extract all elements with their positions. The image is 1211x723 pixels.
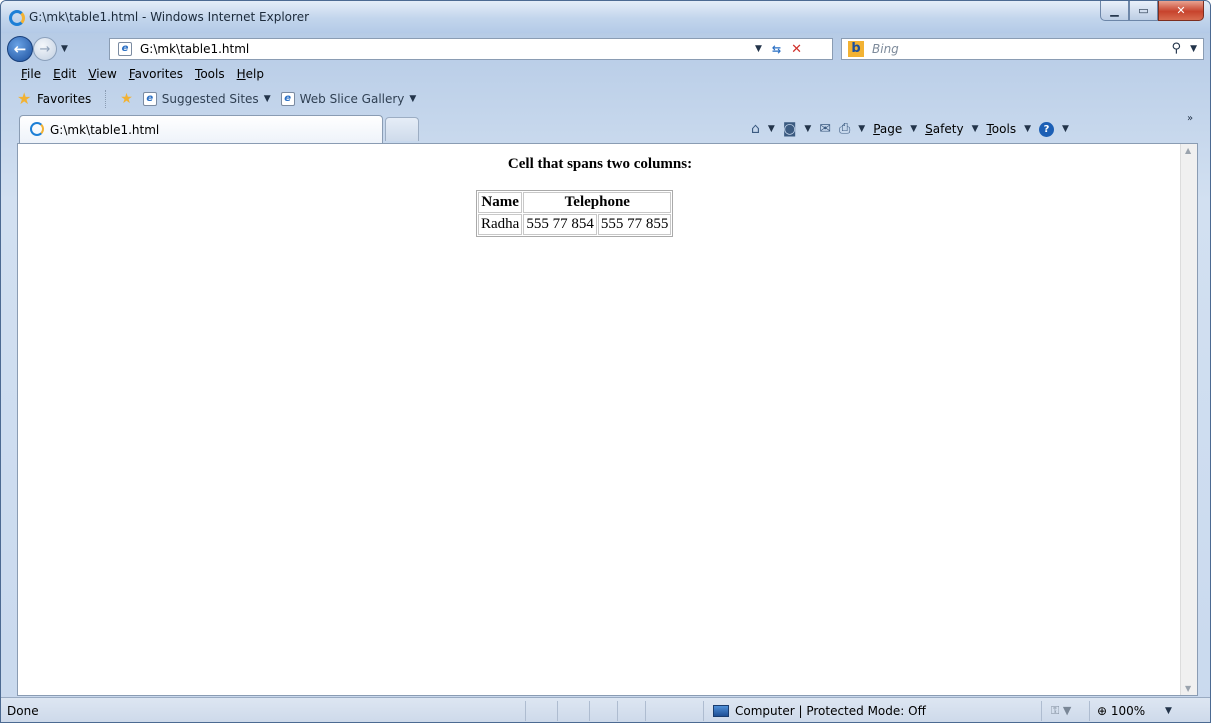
ie-logo-icon xyxy=(30,122,44,136)
status-divider xyxy=(1089,701,1090,721)
search-icon[interactable]: ⚲ xyxy=(1171,41,1181,56)
status-divider xyxy=(557,701,558,721)
page-menu[interactable]: Page xyxy=(873,122,902,136)
chevron-down-icon[interactable]: ▼ xyxy=(1062,124,1069,134)
status-divider xyxy=(589,701,590,721)
tab-title: G:\mk\table1.html xyxy=(50,123,160,137)
menu-favorites[interactable]: Favorites xyxy=(123,67,189,85)
web-slice-gallery-link[interactable]: e Web Slice Gallery ▼ xyxy=(280,92,417,106)
tab-table1[interactable]: G:\mk\table1.html xyxy=(19,115,383,143)
status-divider xyxy=(703,701,704,721)
zoom-dropdown-icon[interactable]: ▼ xyxy=(1165,706,1172,716)
favorites-bar: ★ Favorites ★ e Suggested Sites ▼ e Web … xyxy=(9,87,1209,111)
mail-icon[interactable]: ✉ xyxy=(819,121,831,137)
favorites-button[interactable]: ★ Favorites xyxy=(9,89,92,108)
status-text: Done xyxy=(7,704,39,718)
menu-file[interactable]: File xyxy=(15,67,47,85)
chevron-down-icon[interactable]: ▼ xyxy=(1024,124,1031,134)
status-divider xyxy=(525,701,526,721)
command-bar: ⌂ ▼ ◙ ▼ ✉ ⎙ ▼ Page ▼ Safety ▼ Tools ▼ ? … xyxy=(751,119,1069,139)
chevron-down-icon[interactable]: ▼ xyxy=(910,124,917,134)
status-divider xyxy=(645,701,646,721)
header-name: Name xyxy=(478,192,523,213)
chevron-down-icon[interactable]: ▼ xyxy=(972,124,979,134)
menu-edit[interactable]: Edit xyxy=(47,67,82,85)
forward-button[interactable]: → xyxy=(33,37,57,61)
cell-telephone-1: 555 77 854 xyxy=(523,214,597,235)
ie-page-icon: e xyxy=(280,92,295,106)
search-box[interactable]: b Bing ⚲ ▼ xyxy=(841,38,1204,60)
page-heading: Cell that spans two columns: xyxy=(507,156,693,172)
zone-label: Computer | Protected Mode: Off xyxy=(735,704,926,718)
tab-row: G:\mk\table1.html ⌂ ▼ ◙ ▼ ✉ ⎙ ▼ Page ▼ S… xyxy=(1,111,1210,143)
scroll-down-icon[interactable]: ▼ xyxy=(1185,684,1191,693)
status-divider xyxy=(617,701,618,721)
separator xyxy=(105,90,107,108)
header-telephone: Telephone xyxy=(523,192,672,213)
cell-telephone-2: 555 77 855 xyxy=(597,214,672,235)
suggested-sites-link[interactable]: e Suggested Sites ▼ xyxy=(142,92,271,106)
security-zone[interactable]: Computer | Protected Mode: Off xyxy=(713,704,926,718)
window-title: G:\mk\table1.html - Windows Internet Exp… xyxy=(29,10,310,24)
cell-name: Radha xyxy=(478,214,523,235)
refresh-icon[interactable]: ⇆ xyxy=(772,43,781,56)
back-arrow-icon: ← xyxy=(13,40,27,58)
star-icon: ★ xyxy=(17,89,32,108)
chevron-down-icon[interactable]: ▼ xyxy=(804,124,811,134)
address-tools: ▼ ⇆ ✕ xyxy=(755,41,802,57)
table-header-row: Name Telephone xyxy=(478,192,672,213)
stop-icon[interactable]: ✕ xyxy=(791,42,802,57)
favorites-label: Favorites xyxy=(37,92,92,106)
status-divider xyxy=(1041,701,1042,721)
status-bar: Done Computer | Protected Mode: Off ⚿ ▼ … xyxy=(1,697,1210,722)
feeds-icon[interactable]: ◙ xyxy=(783,121,797,137)
maximize-button[interactable]: ▭ xyxy=(1129,1,1158,21)
scroll-up-icon[interactable]: ▲ xyxy=(1185,146,1191,155)
minimize-button[interactable]: ▁ xyxy=(1100,1,1129,21)
browser-window: G:\mk\table1.html - Windows Internet Exp… xyxy=(0,0,1211,723)
recent-pages-dropdown[interactable]: ▼ xyxy=(61,44,68,54)
chevron-down-icon: ▼ xyxy=(263,94,271,104)
add-to-favorites-icon[interactable]: ★ xyxy=(120,91,133,107)
back-button[interactable]: ← xyxy=(7,36,33,62)
safety-menu[interactable]: Safety xyxy=(925,122,963,136)
chevron-down-icon[interactable]: ▼ xyxy=(768,124,775,134)
telephone-table: Name Telephone Radha 555 77 854 555 77 8… xyxy=(476,190,674,237)
help-icon[interactable]: ? xyxy=(1039,121,1054,137)
vertical-scrollbar[interactable]: ▲ ▼ xyxy=(1180,144,1197,695)
menu-bar: File Edit View Favorites Tools Help xyxy=(15,67,270,85)
protected-mode-icon[interactable]: ⚿ ▼ xyxy=(1051,704,1071,718)
computer-icon xyxy=(713,705,729,717)
table-row: Radha 555 77 854 555 77 855 xyxy=(478,214,672,235)
zoom-value: 100% xyxy=(1110,704,1146,718)
ie-page-icon: e xyxy=(142,92,157,106)
home-icon[interactable]: ⌂ xyxy=(751,121,760,137)
tools-menu[interactable]: Tools xyxy=(987,122,1017,136)
ie-logo-icon xyxy=(9,10,25,26)
more-commands-icon[interactable]: » xyxy=(1187,113,1193,124)
search-options-dropdown[interactable]: ▼ xyxy=(1190,44,1197,54)
address-bar[interactable]: e G:\mk\table1.html xyxy=(109,38,833,60)
page-content: Cell that spans two columns: Name Teleph… xyxy=(17,143,1198,696)
bing-icon: b xyxy=(848,41,864,57)
suggested-sites-label: Suggested Sites xyxy=(161,92,259,106)
chevron-down-icon[interactable]: ▼ xyxy=(858,124,865,134)
print-icon[interactable]: ⎙ xyxy=(839,121,850,137)
menu-tools[interactable]: Tools xyxy=(189,67,231,85)
menu-view[interactable]: View xyxy=(82,67,122,85)
address-row: ← → ▼ e G:\mk\table1.html ▼ ⇆ ✕ b Bing ⚲… xyxy=(1,33,1210,65)
page-icon: e xyxy=(118,42,132,56)
caption-buttons: ▁ ▭ ✕ xyxy=(1100,1,1204,21)
search-input[interactable]: Bing xyxy=(872,42,899,56)
zoom-level[interactable]: ⊕ 100% xyxy=(1097,704,1145,718)
title-bar: G:\mk\table1.html - Windows Internet Exp… xyxy=(1,1,1210,33)
forward-arrow-icon: → xyxy=(39,41,51,57)
web-slice-gallery-label: Web Slice Gallery xyxy=(299,92,405,106)
address-dropdown[interactable]: ▼ xyxy=(755,44,762,54)
chevron-down-icon: ▼ xyxy=(409,94,417,104)
new-tab-button[interactable] xyxy=(385,117,419,141)
menu-help[interactable]: Help xyxy=(231,67,270,85)
address-input[interactable]: G:\mk\table1.html xyxy=(140,42,249,56)
close-button[interactable]: ✕ xyxy=(1158,1,1204,21)
